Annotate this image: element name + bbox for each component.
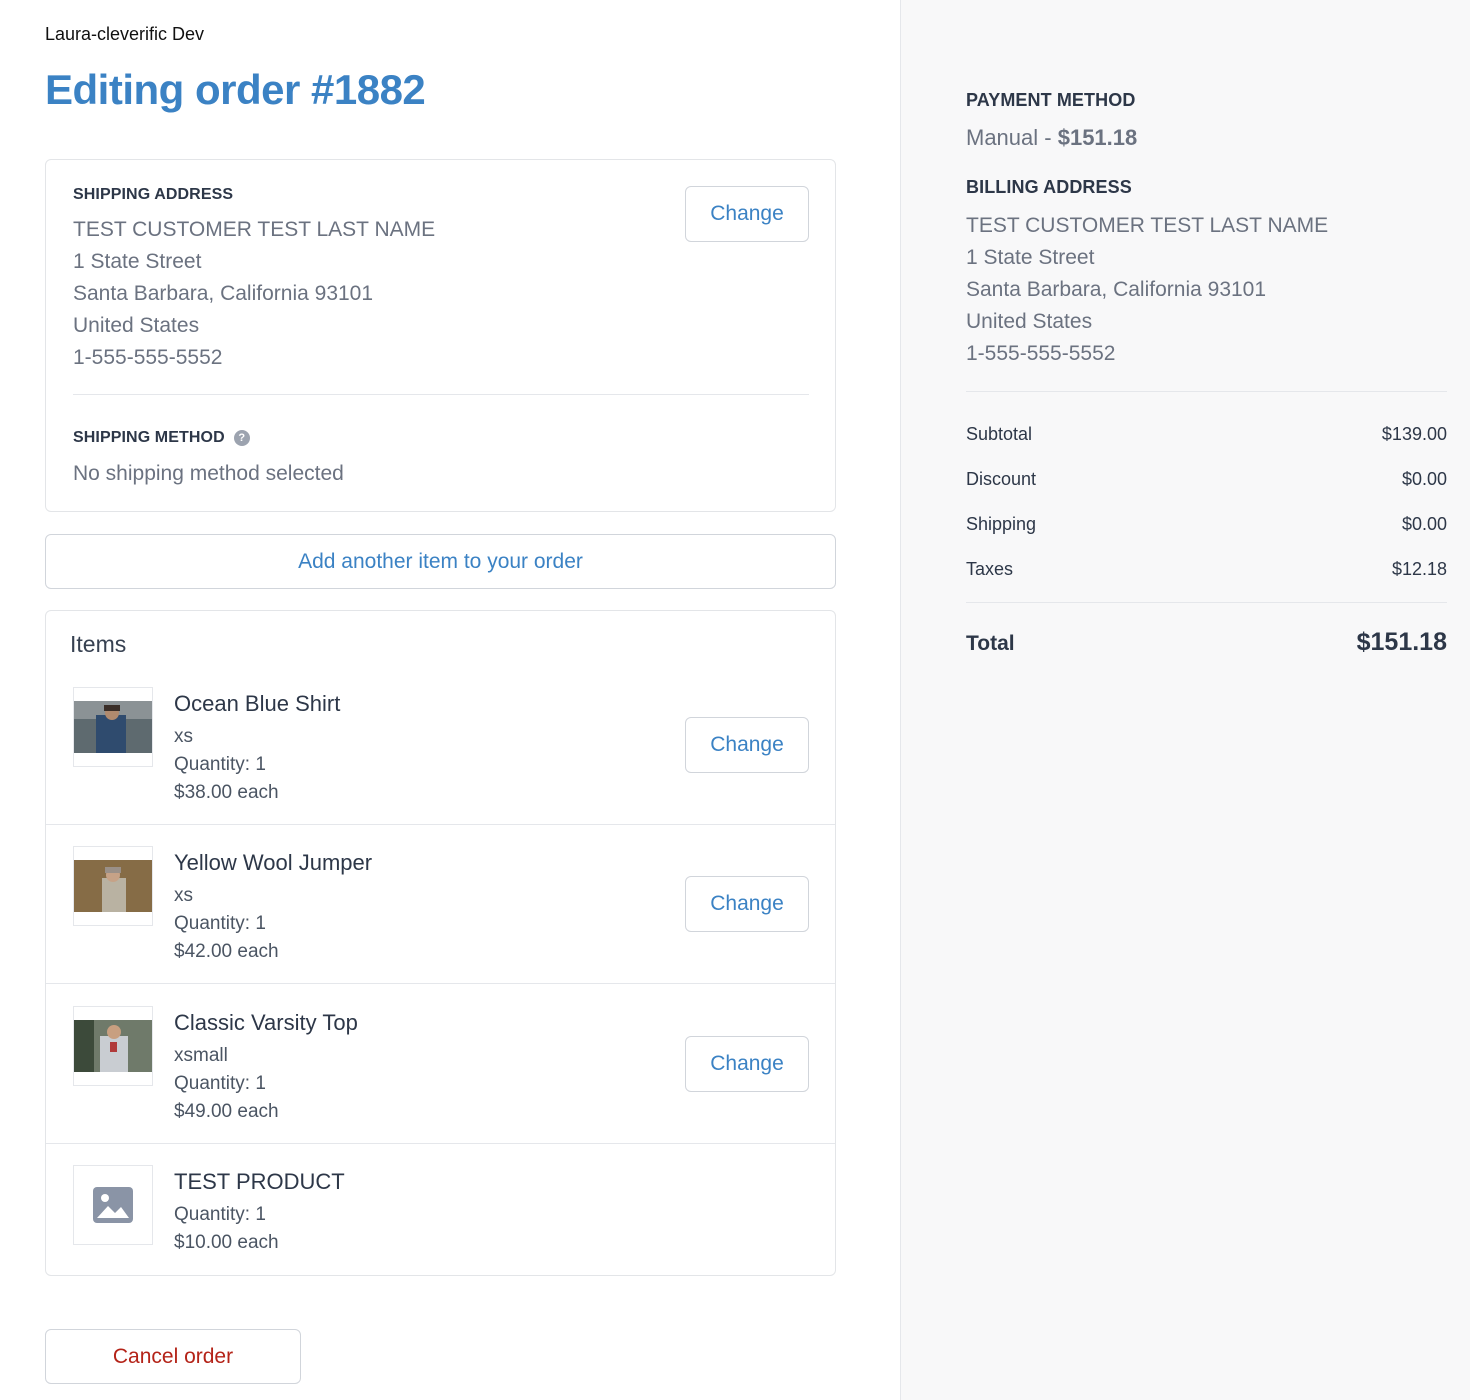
divider <box>966 391 1447 392</box>
product-photo <box>74 701 152 753</box>
item-quantity: Quantity: 1 <box>174 1073 266 1094</box>
product-thumbnail <box>73 846 153 926</box>
divider <box>966 602 1447 603</box>
product-thumbnail <box>73 687 153 767</box>
item-quantity: Quantity: 1 <box>174 754 266 775</box>
question-circle-icon[interactable]: ? <box>233 430 250 446</box>
summary-value: $0.00 <box>1401 469 1447 489</box>
summary-value: $139.00 <box>1381 424 1447 444</box>
order-edit-panel: Laura-cleverific Dev Editing order #1882… <box>0 0 900 1400</box>
item-variant: xs <box>174 885 193 906</box>
image-placeholder-icon <box>93 1187 133 1223</box>
billing-address-street: 1 State Street <box>966 246 1095 269</box>
shipping-address-street: 1 State Street <box>73 250 202 273</box>
item-price: $42.00 each <box>174 941 279 962</box>
list-item: Classic Varsity Top xsmall Quantity: 1 $… <box>46 984 835 1144</box>
list-item: TEST PRODUCT Quantity: 1 $10.00 each <box>46 1144 835 1276</box>
shipping-method-header: SHIPPING METHOD ? <box>73 429 250 447</box>
payment-method-label: PAYMENT METHOD <box>966 90 1136 110</box>
summary-value: $12.18 <box>1391 559 1447 579</box>
shipping-method-label: SHIPPING METHOD <box>73 429 225 446</box>
shipping-address-label: SHIPPING ADDRESS <box>73 186 234 203</box>
change-item-button[interactable]: Change <box>685 717 809 773</box>
summary-label: Subtotal <box>966 424 1033 444</box>
shipping-address-phone: 1-555-555-5552 <box>73 346 223 369</box>
cancel-order-button[interactable]: Cancel order <box>45 1329 301 1384</box>
item-name: Yellow Wool Jumper <box>174 850 373 875</box>
summary-total-row: Total $151.18 <box>966 628 1447 657</box>
summary-label: Taxes <box>966 559 1014 579</box>
order-summary-sidebar: PAYMENT METHOD Manual - $151.18 BILLING … <box>900 0 1470 1400</box>
item-price: $10.00 each <box>174 1232 279 1253</box>
item-variant: xs <box>174 726 193 747</box>
summary-row-discount: Discount $0.00 <box>966 469 1447 490</box>
summary-label: Shipping <box>966 514 1037 534</box>
item-name: Classic Varsity Top <box>174 1010 358 1035</box>
shipping-address-name: TEST CUSTOMER TEST LAST NAME <box>73 218 436 241</box>
item-quantity: Quantity: 1 <box>174 1204 266 1225</box>
summary-label: Discount <box>966 469 1037 489</box>
billing-address-phone: 1-555-555-5552 <box>966 342 1116 365</box>
page-title: Editing order #1882 <box>45 66 426 113</box>
payment-amount: $151.18 <box>1057 125 1138 150</box>
item-price: $49.00 each <box>174 1101 279 1122</box>
billing-address-lines: TEST CUSTOMER TEST LAST NAME 1 State Str… <box>966 210 1328 370</box>
product-thumbnail <box>73 1165 153 1245</box>
shipping-address-lines: TEST CUSTOMER TEST LAST NAME 1 State Str… <box>73 214 435 374</box>
change-item-button[interactable]: Change <box>685 1036 809 1092</box>
address-card: SHIPPING ADDRESS TEST CUSTOMER TEST LAST… <box>45 159 836 512</box>
total-label: Total <box>966 632 1015 655</box>
item-name: TEST PRODUCT <box>174 1169 345 1194</box>
summary-value: $0.00 <box>1401 514 1447 534</box>
list-item: Yellow Wool Jumper xs Quantity: 1 $42.00… <box>46 825 835 984</box>
add-item-button[interactable]: Add another item to your order <box>45 534 836 589</box>
store-name: Laura-cleverific Dev <box>45 24 205 44</box>
total-value: $151.18 <box>1356 628 1447 656</box>
list-item: Ocean Blue Shirt xs Quantity: 1 $38.00 e… <box>46 611 835 825</box>
change-item-button[interactable]: Change <box>685 876 809 932</box>
shipping-address-country: United States <box>73 314 200 337</box>
divider <box>73 394 809 395</box>
items-card: Items Ocean Blue Shirt xs Quantity: 1 $3… <box>45 610 836 1276</box>
shipping-address-city: Santa Barbara, California 93101 <box>73 282 374 305</box>
billing-address-name: TEST CUSTOMER TEST LAST NAME <box>966 214 1329 237</box>
product-photo <box>74 1020 152 1072</box>
item-price: $38.00 each <box>174 782 279 803</box>
billing-address-country: United States <box>966 310 1093 333</box>
payment-method-value: Manual - $151.18 <box>966 125 1137 151</box>
shipping-method-value: No shipping method selected <box>73 462 344 485</box>
billing-address-label: BILLING ADDRESS <box>966 177 1132 197</box>
item-variant: xsmall <box>174 1045 228 1066</box>
summary-row-shipping: Shipping $0.00 <box>966 514 1447 535</box>
billing-address-city: Santa Barbara, California 93101 <box>966 278 1267 301</box>
product-thumbnail <box>73 1006 153 1086</box>
summary-row-subtotal: Subtotal $139.00 <box>966 424 1447 445</box>
item-name: Ocean Blue Shirt <box>174 691 341 716</box>
payment-method-name: Manual - <box>966 125 1058 150</box>
item-quantity: Quantity: 1 <box>174 913 266 934</box>
summary-row-taxes: Taxes $12.18 <box>966 559 1447 580</box>
change-shipping-address-button[interactable]: Change <box>685 186 809 242</box>
product-photo <box>74 860 152 912</box>
